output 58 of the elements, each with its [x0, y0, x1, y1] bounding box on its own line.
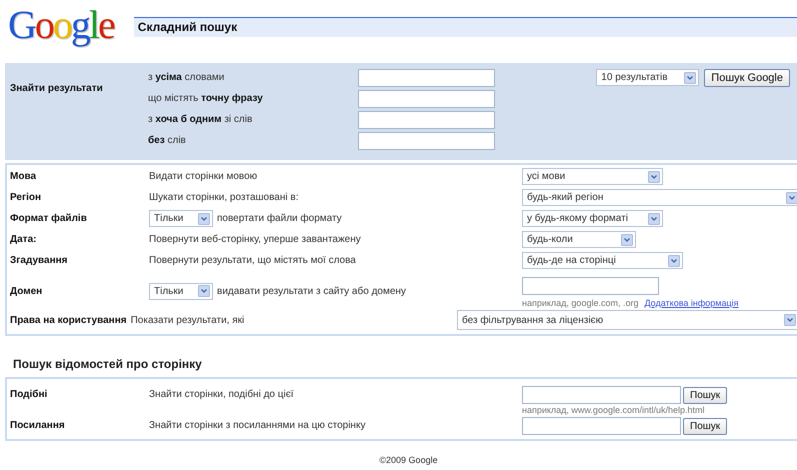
dropdown[interactable]: без фільтрування за ліцензією	[457, 310, 797, 330]
field-label: без слів	[148, 135, 187, 146]
dropdown[interactable]: 10 результатів	[596, 69, 700, 86]
search-button[interactable]: Пошук	[683, 418, 728, 434]
field-label: з хоча б одним зі слів	[148, 114, 254, 125]
option-label: Регіон	[10, 192, 42, 203]
dropdown[interactable]: будь-який регіон	[522, 189, 797, 206]
caret-icon	[198, 285, 210, 297]
option-description: Показати результати, які	[130, 314, 244, 326]
input-field[interactable]	[522, 386, 681, 404]
caret-icon	[198, 212, 210, 224]
option-label: Права на користування	[10, 314, 127, 326]
caret-icon	[621, 234, 633, 246]
section-heading: Пошук відомостей про сторінку	[13, 357, 203, 371]
logo: Google	[8, 4, 114, 46]
caret-icon	[668, 254, 680, 266]
option-label: Згадування	[10, 255, 69, 266]
option-description: Повернути результати, що містять мої слова	[149, 255, 356, 266]
caret-icon	[684, 72, 696, 84]
field-label: з усіма словами	[148, 72, 226, 83]
option-label: Подібні	[10, 388, 48, 402]
example-hint: наприклад, google.com, .org	[522, 298, 638, 308]
option-description: Шукати сторінки, розташовані в:	[149, 192, 298, 203]
input-field[interactable]	[358, 132, 495, 150]
section-label: Знайти результати	[10, 82, 104, 94]
option-description: Повернути веб-сторінку, уперше завантажену	[149, 234, 361, 245]
caret-icon	[648, 170, 660, 182]
option-label: Мова	[10, 171, 38, 182]
search-button[interactable]: Пошук	[683, 386, 728, 404]
page-title: Складний пошук	[134, 17, 797, 37]
dropdown[interactable]: Тільки	[149, 282, 213, 300]
option-description: повертати файли формату	[217, 213, 342, 224]
input-field[interactable]	[358, 68, 495, 86]
input-field[interactable]	[358, 110, 495, 128]
input-field[interactable]	[522, 276, 659, 294]
option-description: видавати результати з сайту або домену	[217, 286, 406, 296]
search-button[interactable]: Пошук Google	[704, 68, 790, 86]
input-field[interactable]	[358, 90, 495, 108]
copyright-text: ©2009 Google	[379, 455, 438, 465]
dropdown[interactable]: у будь-якому форматі	[522, 210, 663, 227]
caret-icon	[648, 212, 660, 224]
option-label: Дата:	[10, 234, 38, 245]
option-label: Формат файлів	[10, 213, 88, 224]
dropdown[interactable]: Тільки	[149, 210, 213, 227]
dropdown[interactable]: усі мови	[522, 168, 663, 185]
option-description: Знайти сторінки, подібні до цієї	[149, 388, 295, 402]
input-field[interactable]	[522, 417, 681, 435]
example-hint: наприклад, www.google.com/intl/uk/help.html	[522, 405, 706, 415]
option-description: Знайти сторінки з посиланнями на цю сторінку	[149, 419, 366, 433]
caret-icon	[784, 314, 796, 326]
field-label: що містять точну фразу	[148, 93, 264, 104]
dropdown[interactable]: будь-коли	[522, 231, 636, 248]
info-link[interactable]: Додаткова інформація	[644, 298, 738, 308]
option-description: Видати сторінки мовою	[149, 171, 258, 182]
option-label: Домен	[10, 286, 44, 296]
dropdown[interactable]: будь-де на сторінці	[522, 252, 683, 269]
option-label: Посилання	[10, 419, 66, 433]
caret-icon	[786, 192, 797, 204]
